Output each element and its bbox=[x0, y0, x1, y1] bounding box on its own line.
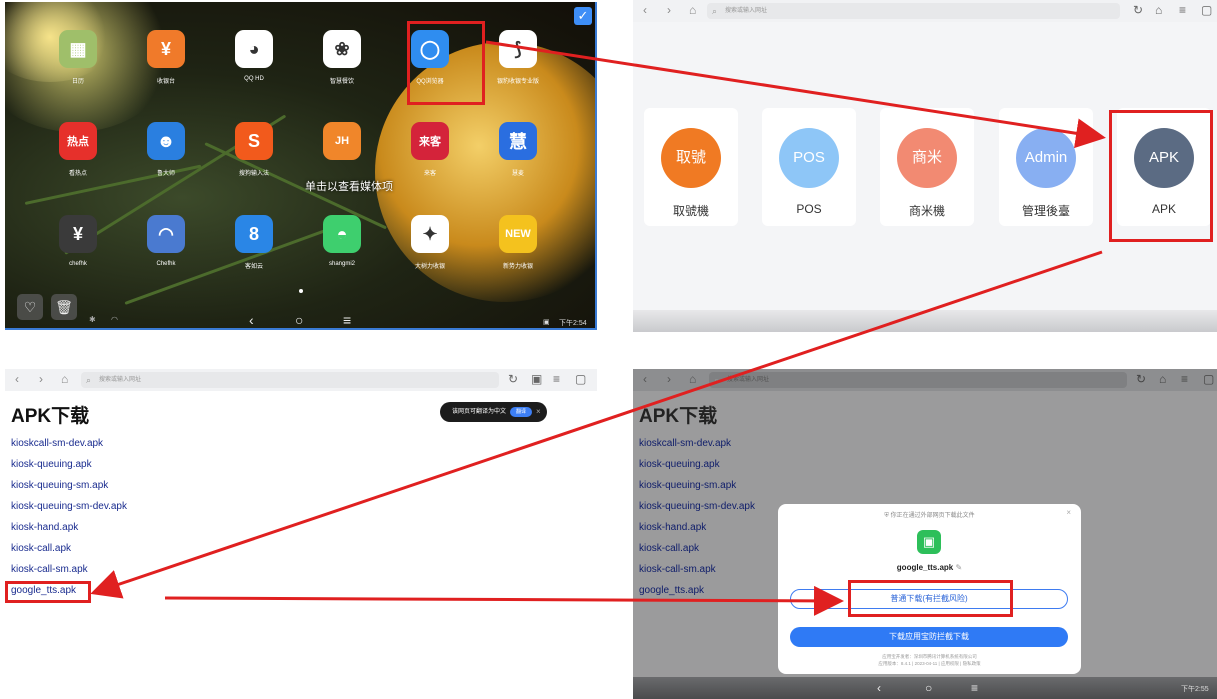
arrow-apk-to-link bbox=[90, 250, 1103, 599]
screenshot-collage: ▦ 日历 ¥ 收银台 ◕ QQ HD ❀ 智慧餐饮 ◯ QQ浏览器 ⟆ 银豹收银专业版 热点 看热点 ☻ 鲁大… bbox=[0, 0, 1217, 699]
annotation-arrows bbox=[90, 40, 1106, 616]
arrow-browser-to-apk bbox=[485, 40, 1106, 149]
arrow-link-to-download bbox=[164, 585, 844, 616]
